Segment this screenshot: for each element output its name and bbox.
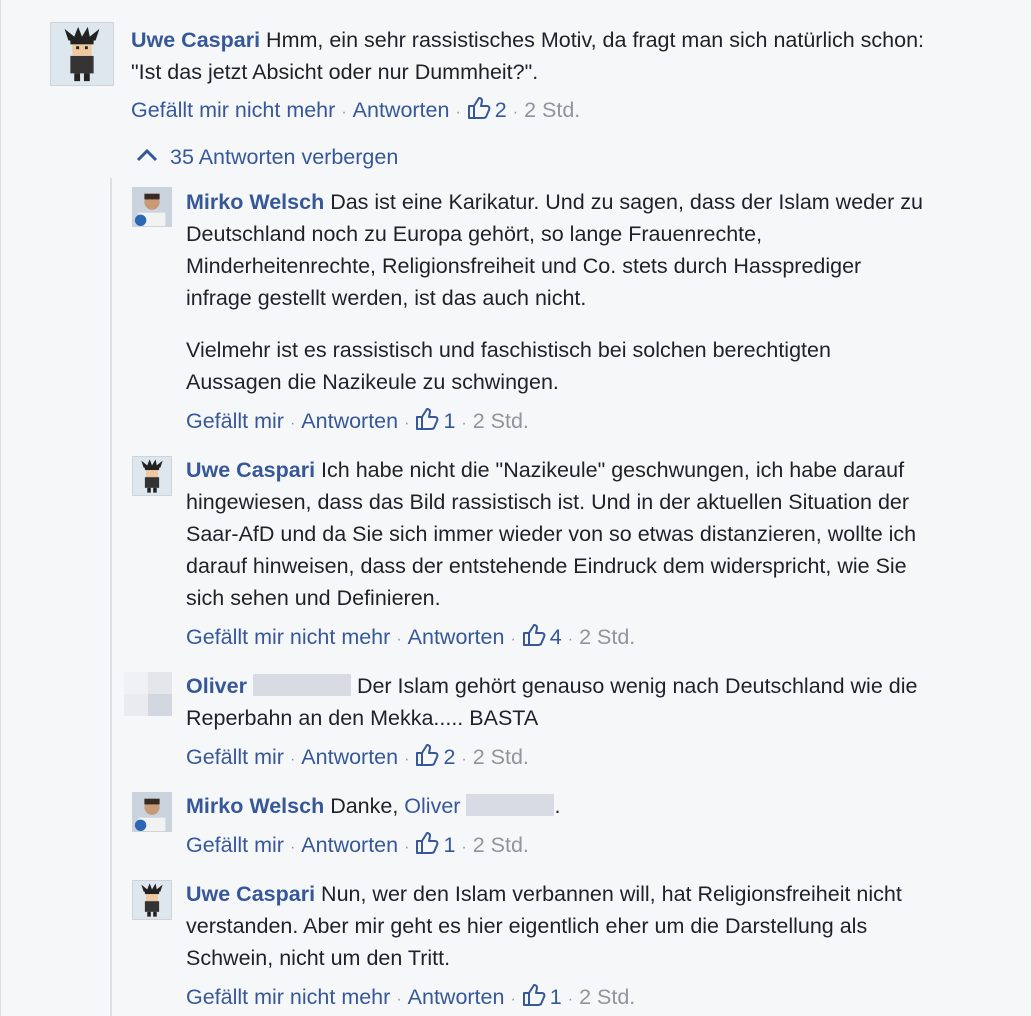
timestamp[interactable]: 2 Std. (579, 625, 635, 649)
avatar[interactable] (124, 672, 172, 716)
hide-replies-label: 35 Antworten verbergen (170, 145, 399, 169)
like-button[interactable]: Gefällt mir (186, 409, 284, 433)
person-photo-avatar-icon (133, 188, 171, 226)
reply-button[interactable]: Antworten (301, 833, 398, 857)
redacted-name-block (466, 794, 555, 816)
comment-actions: Gefällt mir · Antworten · 1 · 2 Std. (186, 408, 529, 433)
timestamp[interactable]: 2 Std. (579, 985, 635, 1009)
thumbs-up-icon (416, 832, 439, 854)
person-photo-avatar-icon (133, 793, 171, 831)
mention-link[interactable]: Oliver (404, 794, 460, 818)
comment-author[interactable]: Uwe Caspari (186, 882, 315, 906)
thumbs-up-icon (522, 984, 546, 1006)
like-button[interactable]: Gefällt mir (186, 745, 284, 769)
comment-actions: Gefällt mir · Antworten · 1 · 2 Std. (186, 832, 529, 857)
pixel-character-avatar-icon (133, 881, 171, 919)
comment-author[interactable]: Mirko Welsch (186, 190, 324, 214)
thumbs-up-icon (467, 97, 491, 119)
comment-author[interactable]: Uwe Caspari (186, 458, 315, 482)
avatar[interactable] (132, 792, 172, 832)
thread-line (110, 178, 112, 1016)
comment-text: Danke, (330, 794, 399, 818)
timestamp[interactable]: 2 Std. (473, 745, 529, 769)
avatar[interactable] (132, 456, 172, 496)
chevron-up-icon (136, 148, 158, 162)
thumbs-up-icon (416, 744, 439, 766)
like-button[interactable]: Gefällt mir nicht mehr (131, 98, 335, 122)
blurred-avatar-icon (124, 672, 172, 716)
timestamp[interactable]: 2 Std. (473, 409, 529, 433)
comment-actions: Gefällt mir nicht mehr · Antworten · 1 · 2 Std… (186, 984, 636, 1009)
pixel-character-avatar-icon (51, 23, 113, 85)
comment-actions: Gefällt mir nicht mehr · Antworten · 2 · 2 Std… (131, 97, 581, 122)
like-button[interactable]: Gefällt mir (186, 833, 284, 857)
like-count[interactable]: 2 (415, 744, 455, 769)
comment-author[interactable]: Oliver (186, 674, 247, 698)
pixel-character-avatar-icon (133, 457, 171, 495)
reply-button[interactable]: Antworten (408, 985, 505, 1009)
like-count[interactable]: 1 (522, 984, 562, 1009)
thumbs-up-icon (416, 408, 439, 430)
like-count[interactable]: 1 (415, 408, 455, 433)
comment-author[interactable]: Uwe Caspari (131, 28, 260, 52)
like-button[interactable]: Gefällt mir nicht mehr (186, 985, 390, 1009)
avatar[interactable] (132, 187, 172, 227)
like-count[interactable]: 2 (467, 97, 507, 122)
timestamp[interactable]: 2 Std. (524, 98, 580, 122)
comment-actions: Gefällt mir · Antworten · 2 · 2 Std. (186, 744, 529, 769)
like-count[interactable]: 4 (522, 624, 562, 649)
comment-author[interactable]: Mirko Welsch (186, 794, 324, 818)
thumbs-up-icon (522, 624, 546, 646)
comment-text-end: . (554, 794, 561, 818)
like-button[interactable]: Gefällt mir nicht mehr (186, 625, 390, 649)
comment-text-paragraph: Vielmehr ist es rassistisch und faschist… (186, 338, 831, 394)
avatar[interactable] (50, 22, 114, 86)
redacted-name-block (252, 674, 351, 696)
reply-button[interactable]: Antworten (353, 98, 450, 122)
reply-button[interactable]: Antworten (301, 745, 398, 769)
reply-button[interactable]: Antworten (408, 625, 505, 649)
hide-replies-toggle[interactable]: 35 Antworten verbergen (136, 143, 398, 171)
like-count[interactable]: 1 (415, 832, 455, 857)
timestamp[interactable]: 2 Std. (473, 833, 529, 857)
avatar[interactable] (132, 880, 172, 920)
comment-actions: Gefällt mir nicht mehr · Antworten · 4 · 2 Std… (186, 624, 636, 649)
reply-button[interactable]: Antworten (301, 409, 398, 433)
